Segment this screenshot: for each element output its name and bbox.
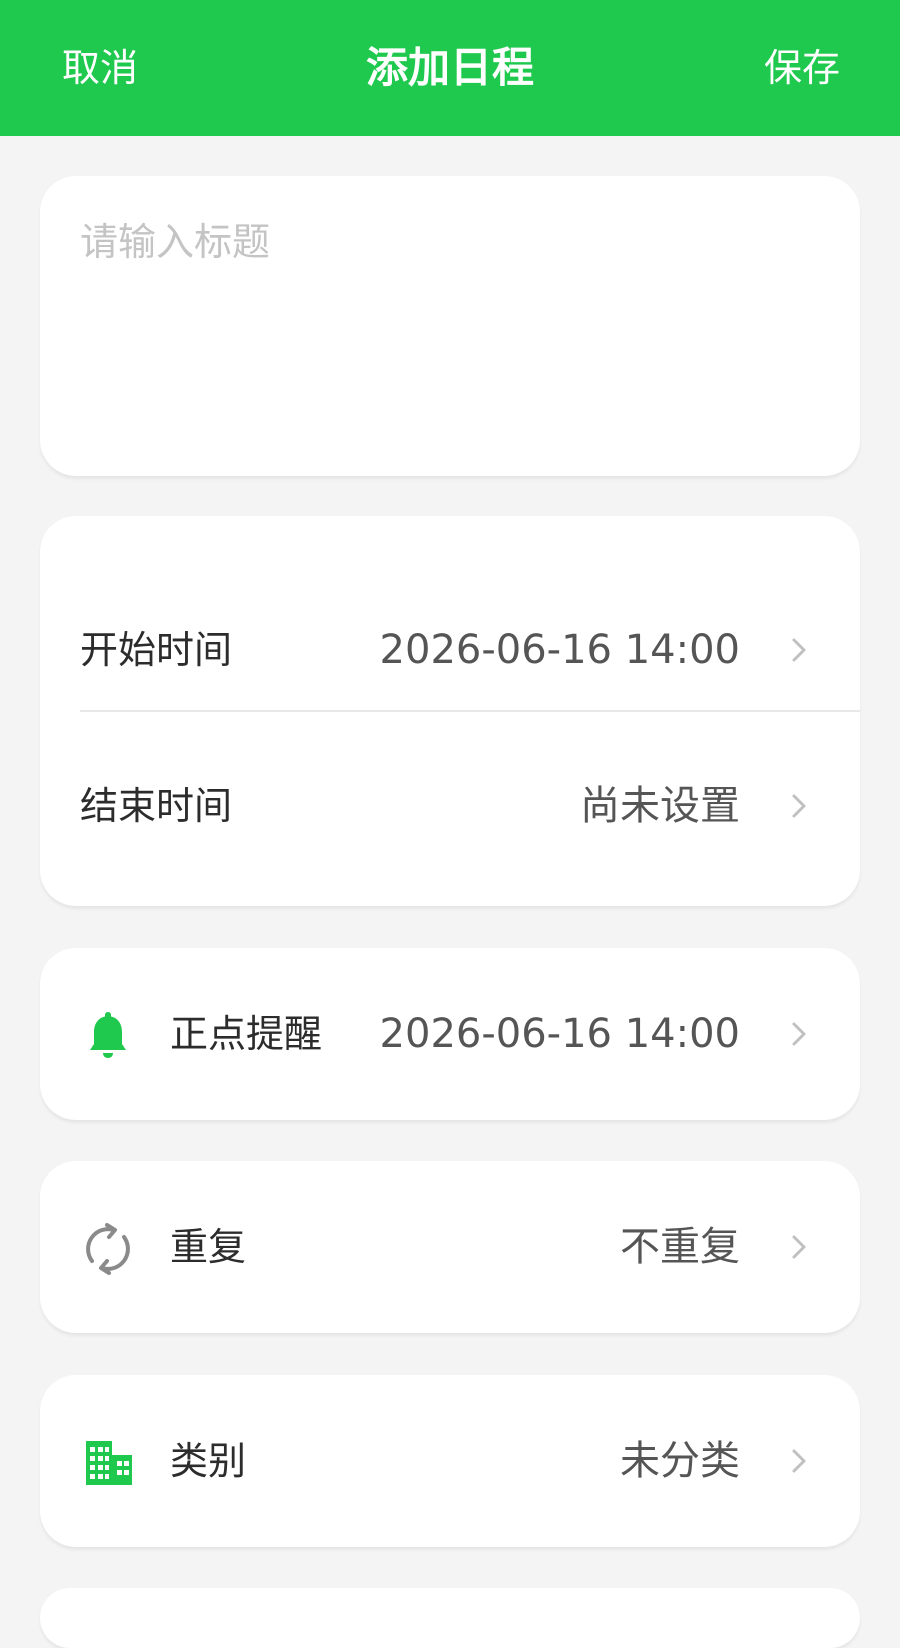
category-value: 未分类	[620, 1438, 740, 1484]
chevron-right-icon	[792, 1022, 806, 1046]
chevron-right-icon	[792, 794, 806, 818]
reminder-value: 2026-06-16 14:00	[379, 1011, 740, 1057]
repeat-label: 重复	[170, 1225, 247, 1269]
chevron-right-icon	[792, 1449, 806, 1473]
repeat-icon	[86, 1223, 130, 1275]
reminder-row[interactable]: 正点提醒 2026-06-16 14:00	[40, 984, 860, 1084]
repeat-card: 重复 不重复	[40, 1161, 860, 1333]
repeat-value: 不重复	[620, 1224, 740, 1270]
next-card-partial	[40, 1588, 860, 1648]
start-time-label: 开始时间	[80, 628, 233, 672]
end-time-value: 尚未设置	[580, 783, 740, 829]
save-button[interactable]: 保存	[764, 42, 840, 94]
category-label: 类别	[170, 1439, 247, 1483]
end-time-label: 结束时间	[80, 784, 233, 828]
category-row[interactable]: 类别 未分类	[40, 1411, 860, 1511]
top-app-bar: 取消 添加日程 保存	[0, 0, 900, 136]
building-icon	[86, 1441, 132, 1485]
chevron-right-icon	[792, 638, 806, 662]
end-time-row[interactable]: 结束时间 尚未设置	[40, 756, 860, 856]
repeat-row[interactable]: 重复 不重复	[40, 1197, 860, 1297]
category-card: 类别 未分类	[40, 1375, 860, 1547]
time-card: 开始时间 2026-06-16 14:00 结束时间 尚未设置	[40, 516, 860, 906]
start-time-value: 2026-06-16 14:00	[379, 627, 740, 673]
divider	[80, 710, 860, 712]
bell-icon	[90, 1012, 126, 1058]
reminder-label: 正点提醒	[170, 1012, 323, 1056]
start-time-row[interactable]: 开始时间 2026-06-16 14:00	[40, 600, 860, 700]
title-input[interactable]	[80, 220, 820, 264]
title-card	[40, 176, 860, 476]
chevron-right-icon	[792, 1235, 806, 1259]
reminder-card: 正点提醒 2026-06-16 14:00	[40, 948, 860, 1120]
